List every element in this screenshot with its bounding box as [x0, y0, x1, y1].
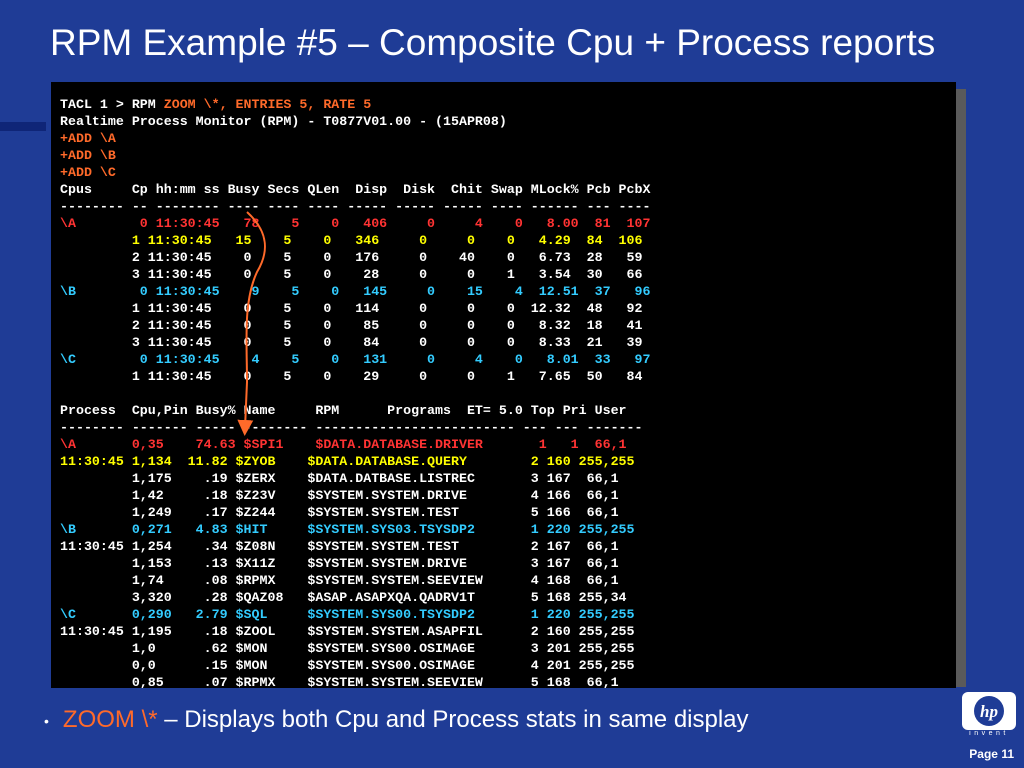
terminal-line: +ADD \A [60, 130, 650, 147]
terminal-segment: 11:30:45 1,195 .18 $ZOOL $SYSTEM.SYSTEM.… [60, 624, 635, 639]
terminal-line: 0,0 .15 $MON $SYSTEM.SYS00.OSIMAGE 4 201… [60, 657, 650, 674]
terminal-segment: 1 11:30:45 15 5 0 346 0 0 0 4.29 84 106 [60, 233, 643, 248]
terminal-segment: 1,153 .13 $X11Z $SYSTEM.SYSTEM.DRIVE 3 1… [60, 556, 619, 571]
terminal-line: 3 11:30:45 0 5 0 28 0 0 1 3.54 30 66 [60, 266, 650, 283]
terminal-segment: 11:30:45 1,254 .34 $Z08N $SYSTEM.SYSTEM.… [60, 539, 619, 554]
terminal-segment: 3 11:30:45 0 5 0 28 0 0 1 3.54 30 66 [60, 267, 643, 282]
terminal-segment: -------- ------- ----- -------- --------… [60, 420, 643, 435]
terminal-line: 1 11:30:45 0 5 0 114 0 0 0 12.32 48 92 [60, 300, 650, 317]
terminal-line: \C 0,290 2.79 $SQL $SYSTEM.SYS00.TSYSDP2… [60, 606, 650, 623]
terminal-line: -------- -- -------- ---- ---- ---- ----… [60, 198, 650, 215]
terminal-segment: \B 0 11:30:45 9 5 0 145 0 15 4 12.51 37 … [60, 284, 651, 299]
terminal-line: 1,0 .62 $MON $SYSTEM.SYS00.OSIMAGE 3 201… [60, 640, 650, 657]
terminal-segment: +ADD \C [60, 165, 116, 180]
hp-logo: hp [962, 692, 1016, 730]
terminal-line: Cpus Cp hh:mm ss Busy Secs QLen Disp Dis… [60, 181, 650, 198]
terminal-line: \A 0,35 74.63 $SPI1 $DATA.DATABASE.DRIVE… [60, 436, 650, 453]
bullet-icon: • [44, 712, 49, 729]
terminal-segment: 1 11:30:45 0 5 0 29 0 0 1 7.65 50 84 [60, 369, 643, 384]
terminal-line: \C 0 11:30:45 4 5 0 131 0 4 0 8.01 33 97 [60, 351, 650, 368]
terminal-line: 3,320 .28 $QAZ08 $ASAP.ASAPXQA.QADRV1T 5… [60, 589, 650, 606]
terminal-segment: 0,0 .15 $MON $SYSTEM.SYS00.OSIMAGE 4 201… [60, 658, 635, 673]
terminal-line: \B 0,271 4.83 $HIT $SYSTEM.SYS03.TSYSDP2… [60, 521, 650, 538]
terminal-segment: 1 11:30:45 0 5 0 114 0 0 0 12.32 48 92 [60, 301, 643, 316]
terminal-line: Process Cpu,Pin Busy% Name RPM Programs … [60, 402, 650, 419]
terminal-line: 1,175 .19 $ZERX $DATA.DATBASE.LISTREC 3 … [60, 470, 650, 487]
terminal-line: TACL 1 > RPM ZOOM \*, ENTRIES 5, RATE 5 [60, 96, 650, 113]
terminal-segment: \A 0 11:30:45 78 5 0 406 0 4 0 8.00 81 1… [60, 216, 651, 231]
terminal-segment: \C 0,290 2.79 $SQL $SYSTEM.SYS00.TSYSDP2… [60, 607, 635, 622]
terminal-line: Realtime Process Monitor (RPM) - T0877V0… [60, 113, 650, 130]
bullet-text: – Displays both Cpu and Process stats in… [157, 706, 749, 733]
terminal-line: 0,85 .07 $RPMX $SYSTEM.SYSTEM.SEEVIEW 5 … [60, 674, 650, 688]
terminal-window: TACL 1 > RPM ZOOM \*, ENTRIES 5, RATE 5R… [51, 82, 956, 688]
bullet-point: • ZOOM \* – Displays both Cpu and Process… [44, 706, 749, 734]
terminal-line: 2 11:30:45 0 5 0 176 0 40 0 6.73 28 59 [60, 249, 650, 266]
terminal-segment: \B 0,271 4.83 $HIT $SYSTEM.SYS03.TSYSDP2… [60, 522, 635, 537]
logo-tagline: invent [969, 730, 1009, 737]
terminal-line: +ADD \B [60, 147, 650, 164]
terminal-segment: 1,0 .62 $MON $SYSTEM.SYS00.OSIMAGE 3 201… [60, 641, 635, 656]
terminal-segment: 1,74 .08 $RPMX $SYSTEM.SYSTEM.SEEVIEW 4 … [60, 573, 619, 588]
logo-mark: hp [980, 702, 998, 721]
terminal-segment: +ADD \B [60, 148, 116, 163]
terminal-segment: Cpus Cp hh:mm ss Busy Secs QLen Disp Dis… [60, 182, 651, 197]
terminal-line: 1 11:30:45 15 5 0 346 0 0 0 4.29 84 106 [60, 232, 650, 249]
terminal-segment: -------- -- -------- ---- ---- ---- ----… [60, 199, 651, 214]
page-number: Page 11 [969, 747, 1014, 761]
terminal-segment: 3,320 .28 $QAZ08 $ASAP.ASAPXQA.QADRV1T 5… [60, 590, 627, 605]
terminal-line: \A 0 11:30:45 78 5 0 406 0 4 0 8.00 81 1… [60, 215, 650, 232]
terminal-line: \B 0 11:30:45 9 5 0 145 0 15 4 12.51 37 … [60, 283, 650, 300]
terminal-segment: 2 11:30:45 0 5 0 176 0 40 0 6.73 28 59 [60, 250, 643, 265]
terminal-line: -------- ------- ----- -------- --------… [60, 419, 650, 436]
terminal-line: 3 11:30:45 0 5 0 84 0 0 0 8.33 21 39 [60, 334, 650, 351]
terminal-segment: 3 11:30:45 0 5 0 84 0 0 0 8.33 21 39 [60, 335, 643, 350]
terminal-segment: +ADD \A [60, 131, 116, 146]
terminal-segment: 0,85 .07 $RPMX $SYSTEM.SYSTEM.SEEVIEW 5 … [60, 675, 619, 688]
terminal-segment: \C 0 11:30:45 4 5 0 131 0 4 0 8.01 33 97 [60, 352, 651, 367]
terminal-segment: 1,175 .19 $ZERX $DATA.DATBASE.LISTREC 3 … [60, 471, 619, 486]
terminal-line: 11:30:45 1,254 .34 $Z08N $SYSTEM.SYSTEM.… [60, 538, 650, 555]
terminal-line: 1,42 .18 $Z23V $SYSTEM.SYSTEM.DRIVE 4 16… [60, 487, 650, 504]
slide-title: RPM Example #5 – Composite Cpu + Process… [50, 22, 936, 63]
terminal-segment: Process Cpu,Pin Busy% Name RPM Programs … [60, 403, 627, 418]
terminal-line: 2 11:30:45 0 5 0 85 0 0 0 8.32 18 41 [60, 317, 650, 334]
terminal-line: 1,153 .13 $X11Z $SYSTEM.SYSTEM.DRIVE 3 1… [60, 555, 650, 572]
terminal-segment: ZOOM \*, ENTRIES 5, RATE 5 [163, 97, 372, 112]
terminal-line: 11:30:45 1,195 .18 $ZOOL $SYSTEM.SYSTEM.… [60, 623, 650, 640]
terminal-line: 1,249 .17 $Z244 $SYSTEM.SYSTEM.TEST 5 16… [60, 504, 650, 521]
terminal-line: +ADD \C [60, 164, 650, 181]
terminal-line: 11:30:45 1,134 11.82 $ZYOB $DATA.DATABAS… [60, 453, 650, 470]
terminal-segment: \A 0,35 74.63 $SPI1 $DATA.DATABASE.DRIVE… [60, 437, 627, 452]
title-accent-bar [0, 122, 46, 131]
terminal-output: TACL 1 > RPM ZOOM \*, ENTRIES 5, RATE 5R… [60, 96, 650, 688]
terminal-segment: Realtime Process Monitor (RPM) - T0877V0… [60, 114, 507, 129]
terminal-segment: 1,42 .18 $Z23V $SYSTEM.SYSTEM.DRIVE 4 16… [60, 488, 619, 503]
terminal-segment: 2 11:30:45 0 5 0 85 0 0 0 8.32 18 41 [60, 318, 643, 333]
terminal-segment: 1,249 .17 $Z244 $SYSTEM.SYSTEM.TEST 5 16… [60, 505, 619, 520]
terminal-line: 1 11:30:45 0 5 0 29 0 0 1 7.65 50 84 [60, 368, 650, 385]
terminal-line: 1,74 .08 $RPMX $SYSTEM.SYSTEM.SEEVIEW 4 … [60, 572, 650, 589]
terminal-segment: TACL 1 > RPM [60, 97, 164, 112]
terminal-segment: 11:30:45 1,134 11.82 $ZYOB $DATA.DATABAS… [60, 454, 635, 469]
bullet-term: ZOOM \* [62, 706, 158, 733]
